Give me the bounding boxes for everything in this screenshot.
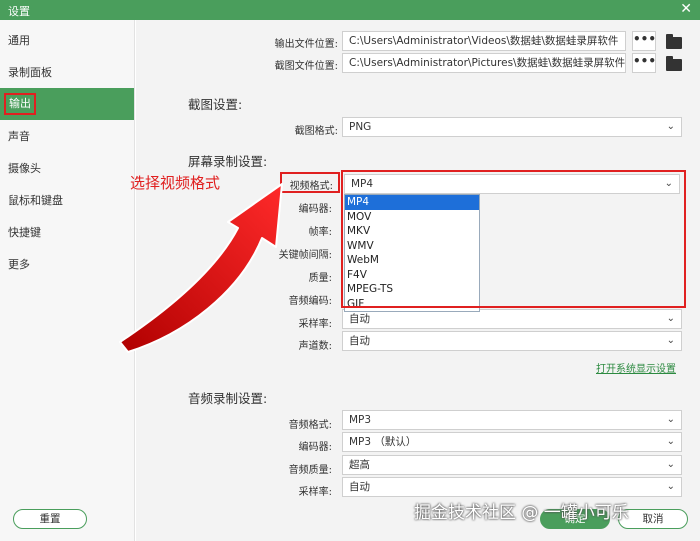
window-title: 设置 bbox=[8, 5, 30, 18]
channels-label: 声道数: bbox=[298, 341, 332, 352]
sidebar-item-label: 快捷键 bbox=[8, 226, 41, 239]
sidebar-item-label: 通用 bbox=[8, 34, 30, 47]
sidebar-item-label: 摄像头 bbox=[8, 162, 41, 175]
sidebar-item-sound[interactable]: 声音 bbox=[0, 122, 134, 152]
sidebar-item-mouse-keyboard[interactable]: 鼠标和键盘 bbox=[0, 186, 134, 216]
output-browse-button[interactable]: ••• bbox=[632, 31, 656, 51]
chevron-down-icon: ⌄ bbox=[666, 313, 675, 324]
sidebar-item-label: 声音 bbox=[8, 130, 30, 143]
screenshot-format-label: 截图格式: bbox=[294, 126, 338, 137]
open-display-settings-link[interactable]: 打开系统显示设置 bbox=[596, 360, 676, 375]
output-location-label: 输出文件位置: bbox=[274, 39, 338, 50]
screenshot-format-select[interactable]: PNG ⌄ bbox=[342, 117, 682, 137]
annotation-text: 选择视频格式 bbox=[130, 174, 221, 192]
chevron-down-icon: ⌄ bbox=[666, 335, 675, 346]
screenshot-format-value: PNG bbox=[349, 121, 372, 133]
sample-rate-label: 采样率: bbox=[298, 319, 332, 330]
screenshot-location-label: 截图文件位置: bbox=[274, 61, 338, 72]
dropdown-highlight bbox=[341, 170, 686, 308]
audio-sample-rate-label: 采样率: bbox=[298, 487, 332, 498]
audio-encoder-select-label: 编码器: bbox=[298, 442, 332, 453]
sidebar-item-general[interactable]: 通用 bbox=[0, 26, 134, 56]
screenshot-section-title: 截图设置: bbox=[188, 97, 243, 112]
audio-quality-value: 超高 bbox=[349, 459, 370, 471]
sidebar-item-camera[interactable]: 摄像头 bbox=[0, 154, 134, 184]
sidebar-item-more[interactable]: 更多 bbox=[0, 250, 134, 280]
channels-value: 自动 bbox=[349, 335, 370, 347]
screenshot-browse-button[interactable]: ••• bbox=[632, 53, 656, 73]
chevron-down-icon: ⌄ bbox=[666, 121, 675, 132]
sample-rate-value: 自动 bbox=[349, 313, 370, 325]
sample-rate-select[interactable]: 自动 ⌄ bbox=[342, 309, 682, 329]
quality-label: 质量: bbox=[308, 273, 332, 284]
screenshot-location-field[interactable]: C:\Users\Administrator\Pictures\数据蛙\数据蛙录… bbox=[342, 53, 626, 73]
sidebar-item-record-panel[interactable]: 录制面板 bbox=[0, 58, 134, 88]
audio-format-value: MP3 bbox=[349, 414, 372, 426]
reset-button[interactable]: 重置 bbox=[13, 509, 87, 529]
encoder-label: 编码器: bbox=[298, 204, 332, 215]
audio-encoder-value: MP3 （默认） bbox=[349, 436, 417, 448]
sidebar-item-label: 输出 bbox=[4, 93, 36, 115]
folder-icon[interactable] bbox=[666, 34, 682, 49]
keyframe-label: 关键帧间隔: bbox=[278, 250, 332, 261]
sidebar-item-label: 更多 bbox=[8, 258, 30, 271]
folder-icon[interactable] bbox=[666, 56, 682, 71]
audio-encoder-label: 音频编码: bbox=[288, 296, 332, 307]
audio-quality-select[interactable]: 超高 ⌄ bbox=[342, 455, 682, 475]
audio-sample-rate-select[interactable]: 自动 ⌄ bbox=[342, 477, 682, 497]
chevron-down-icon: ⌄ bbox=[666, 481, 675, 492]
audio-format-label: 音频格式: bbox=[288, 420, 332, 431]
fps-label: 帧率: bbox=[308, 227, 332, 238]
sidebar-item-label: 录制面板 bbox=[8, 66, 52, 79]
settings-content: 输出文件位置: C:\Users\Administrator\Videos\数据… bbox=[136, 20, 700, 541]
title-bar: 设置 ✕ bbox=[0, 0, 700, 20]
audio-sample-rate-value: 自动 bbox=[349, 481, 370, 493]
sidebar-item-hotkeys[interactable]: 快捷键 bbox=[0, 218, 134, 248]
sidebar-item-output[interactable]: 输出 bbox=[0, 88, 134, 120]
output-location-field[interactable]: C:\Users\Administrator\Videos\数据蛙\数据蛙录屏软… bbox=[342, 31, 626, 51]
watermark: 掘金技术社区 @ 一罐小可乐 bbox=[414, 503, 629, 523]
screen-section-title: 屏幕录制设置: bbox=[188, 154, 268, 169]
chevron-down-icon: ⌄ bbox=[666, 414, 675, 425]
close-icon[interactable]: ✕ bbox=[680, 1, 692, 17]
audio-encoder-select[interactable]: MP3 （默认） ⌄ bbox=[342, 432, 682, 452]
audio-quality-label: 音频质量: bbox=[288, 465, 332, 476]
audio-format-select[interactable]: MP3 ⌄ bbox=[342, 410, 682, 430]
channels-select[interactable]: 自动 ⌄ bbox=[342, 331, 682, 351]
chevron-down-icon: ⌄ bbox=[666, 436, 675, 447]
chevron-down-icon: ⌄ bbox=[666, 459, 675, 470]
video-format-label-highlight bbox=[280, 172, 340, 193]
sidebar-item-label: 鼠标和键盘 bbox=[8, 194, 63, 207]
audio-section-title: 音频录制设置: bbox=[188, 391, 268, 406]
sidebar: 通用 录制面板 输出 声音 摄像头 鼠标和键盘 快捷键 更多 bbox=[0, 20, 135, 541]
